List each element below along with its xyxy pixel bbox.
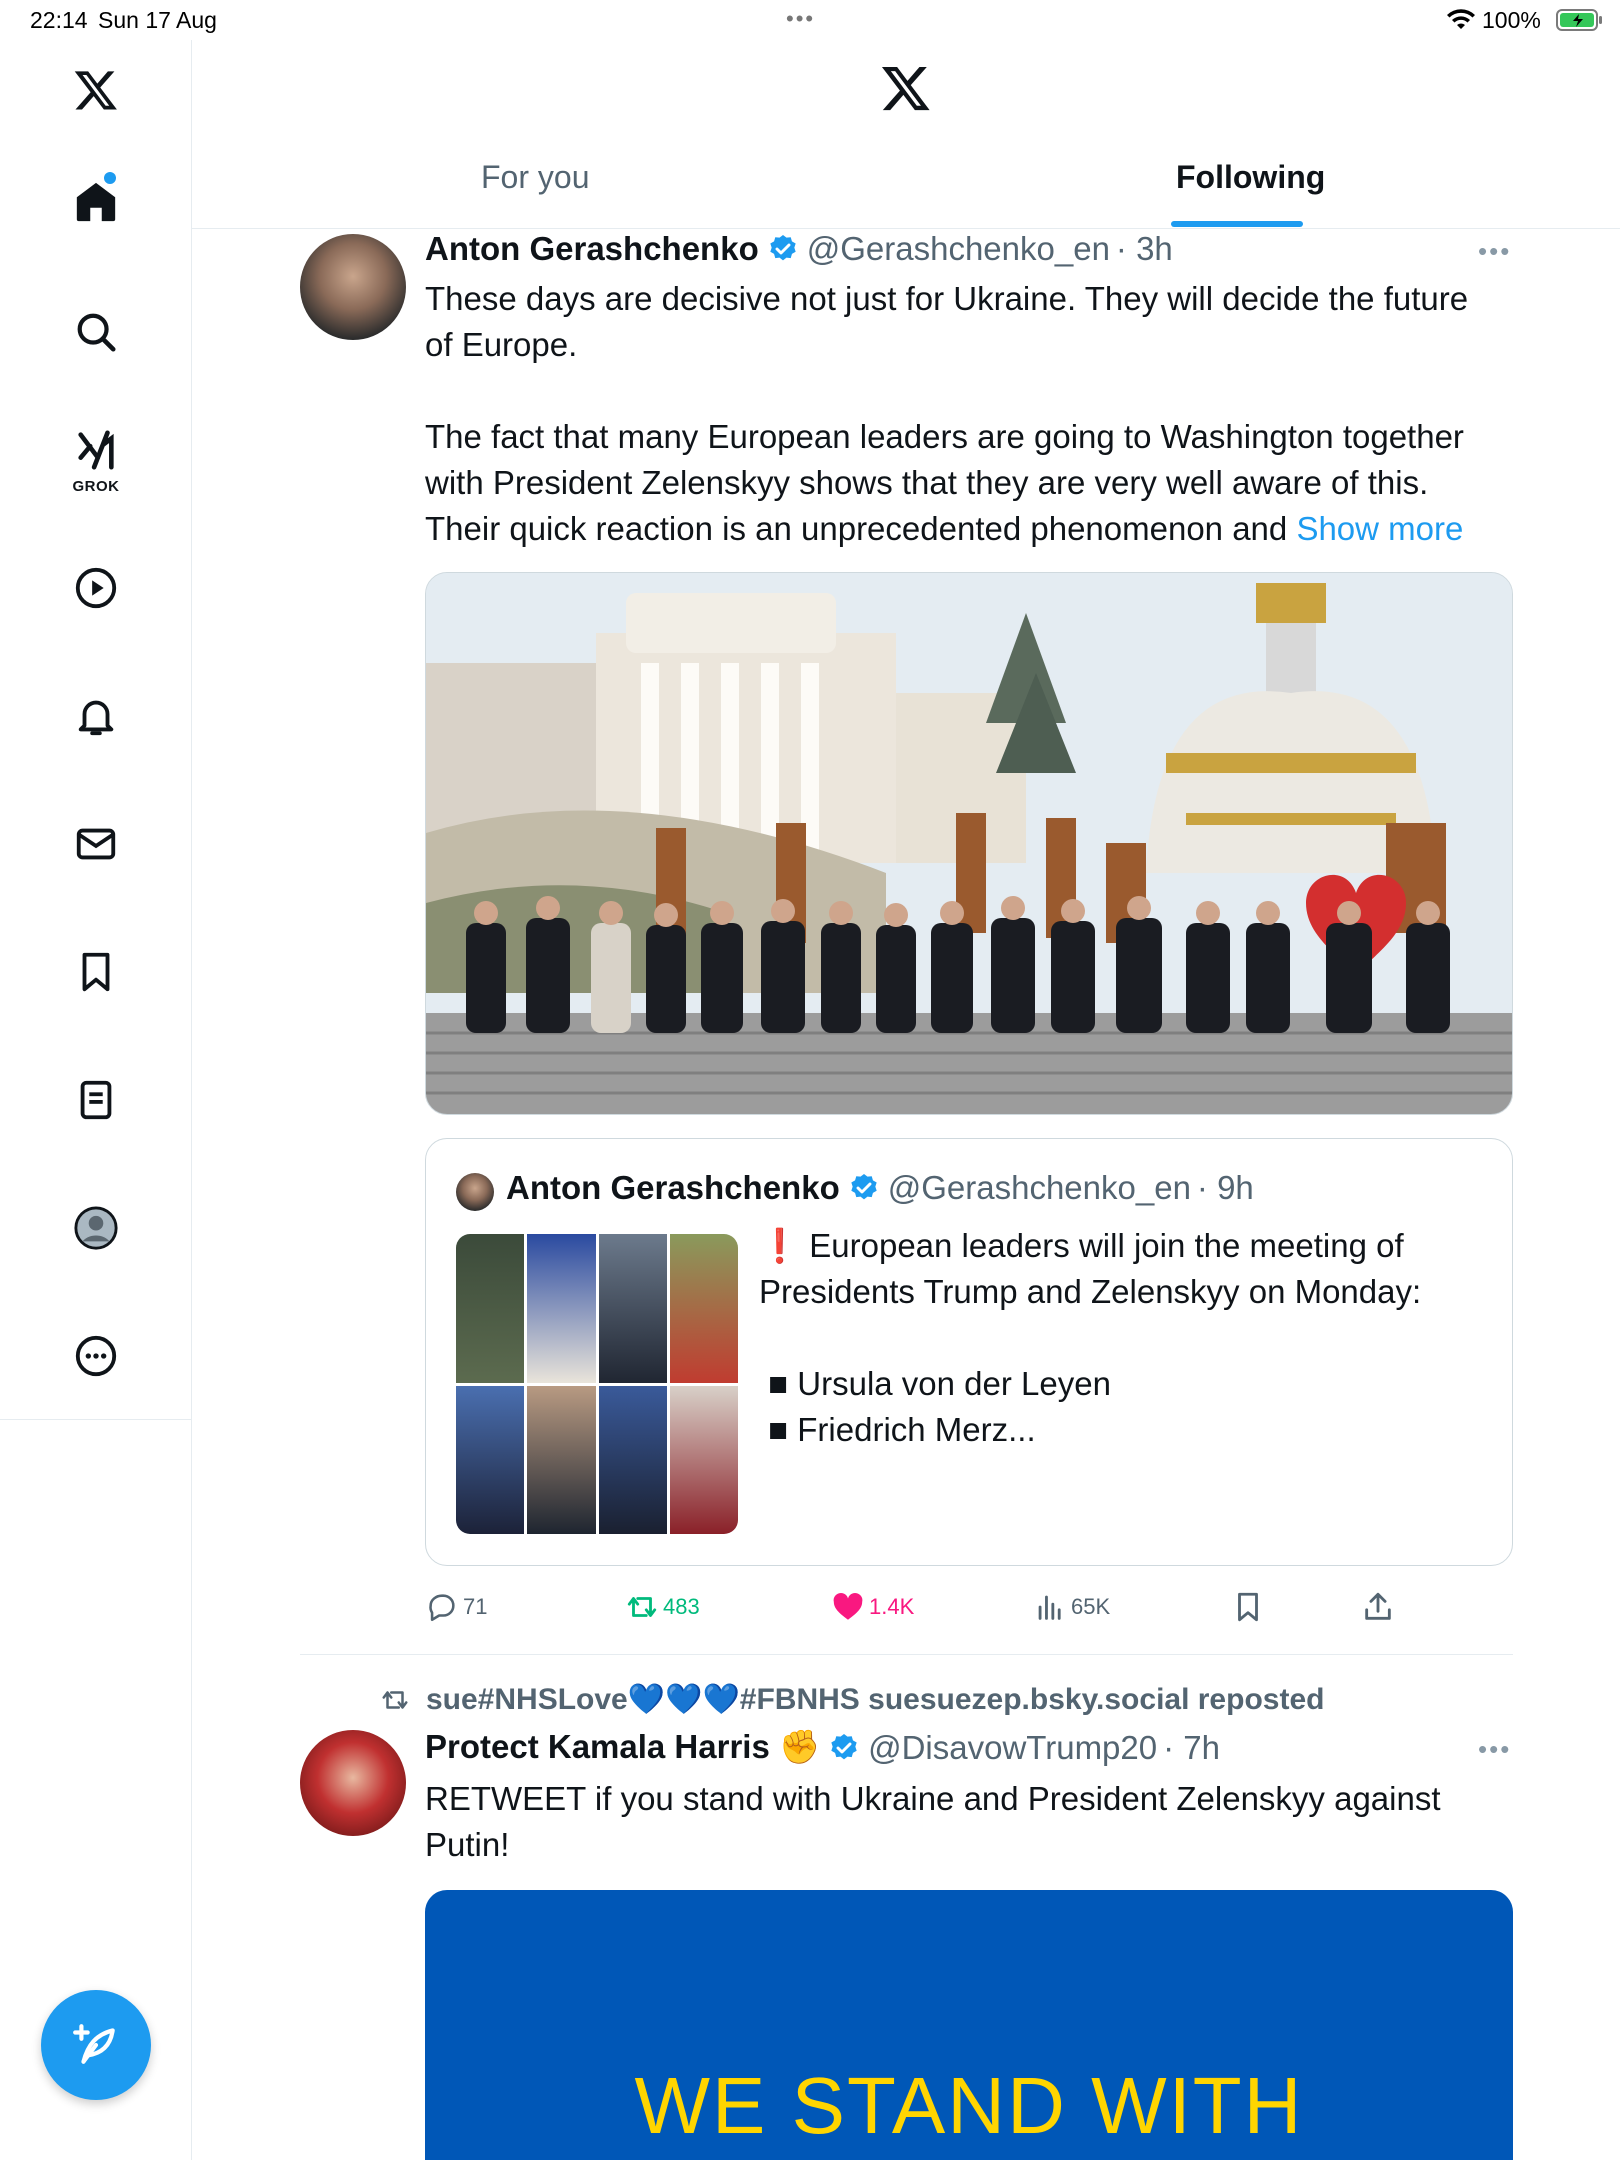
tweet-image[interactable]	[425, 572, 1513, 1115]
battery-percent: 100%	[1482, 7, 1541, 33]
show-more-link[interactable]: Show more	[1296, 510, 1463, 547]
tab-following[interactable]: Following	[1176, 159, 1325, 196]
quote-text: ❗ European leaders will join the meeting…	[759, 1227, 1422, 1448]
image-banner-text: WE STAND WITH	[634, 2061, 1304, 2150]
share-icon	[1365, 1592, 1391, 1620]
views-button[interactable]: 65K	[1033, 1582, 1110, 1632]
tweet-more-button[interactable]: •••	[1478, 236, 1511, 267]
avatar[interactable]	[300, 1730, 406, 1836]
views-icon	[1038, 1595, 1061, 1620]
quote-header: Anton Gerashchenko @Gerashchenko_en · 9h	[506, 1169, 1254, 1207]
heart-icon	[833, 1592, 863, 1620]
grok-label: GROK	[72, 478, 120, 495]
bell-icon	[78, 700, 114, 736]
quote-time: · 9h	[1196, 1169, 1254, 1206]
like-button[interactable]: 1.4K	[831, 1582, 914, 1632]
wifi-icon	[1447, 9, 1475, 29]
verified-badge-icon	[831, 1733, 857, 1759]
repost-attribution-text: sue#NHSLove💙💙💙#FBNHS suesuezep.bsky.soci…	[426, 1683, 1325, 1716]
x-logo-icon[interactable]	[878, 62, 934, 114]
tab-for-you[interactable]: For you	[481, 159, 589, 196]
sidebar-x-logo[interactable]	[56, 50, 136, 130]
share-button[interactable]	[1361, 1582, 1399, 1632]
tweet-more-button[interactable]: •••	[1478, 1734, 1511, 1765]
reply-icon	[429, 1594, 455, 1622]
tab-selected-indicator	[1171, 221, 1303, 227]
repost-attribution[interactable]: sue#NHSLove💙💙💙#FBNHS suesuezep.bsky.soci…	[380, 1682, 1324, 1717]
tweet-time[interactable]: · 7h	[1163, 1729, 1220, 1767]
timeline-tabs: For you Following	[192, 145, 1620, 229]
compose-button[interactable]	[41, 1990, 151, 2100]
bookmark-button[interactable]	[1231, 1582, 1269, 1632]
battery-icon	[1556, 9, 1602, 31]
sidebar-divider	[0, 1419, 192, 1420]
avatar[interactable]	[300, 234, 406, 340]
leaders-photo	[426, 573, 1512, 1114]
sidebar-item-messages[interactable]	[56, 804, 136, 884]
status-bar: 22:14 Sun 17 Aug ••• 100%	[0, 0, 1620, 40]
mail-icon	[76, 828, 116, 860]
home-icon	[76, 182, 116, 222]
author-name[interactable]: Protect Kamala Harris ✊	[425, 1728, 820, 1767]
verified-badge-icon	[770, 235, 796, 261]
quoted-tweet[interactable]: Anton Gerashchenko @Gerashchenko_en · 9h…	[425, 1138, 1513, 1566]
views-count: 65K	[1071, 1594, 1111, 1619]
like-count: 1.4K	[869, 1594, 915, 1619]
avatar	[456, 1173, 494, 1211]
tweet-text: These days are decisive not just for Ukr…	[425, 276, 1515, 552]
author-handle[interactable]: @DisavowTrump20	[868, 1729, 1157, 1767]
tweet-text: RETWEET if you stand with Ukraine and Pr…	[425, 1780, 1441, 1863]
sidebar-item-bookmarks[interactable]	[56, 932, 136, 1012]
sidebar-item-lists[interactable]	[56, 1060, 136, 1140]
sidebar-item-search[interactable]	[56, 292, 136, 372]
multitasking-dots[interactable]: •••	[786, 6, 815, 32]
sidebar-border	[191, 1419, 192, 2160]
status-time: 22:14	[30, 7, 88, 33]
repost-icon	[382, 1690, 408, 1709]
tweet-body: These days are decisive not just for Ukr…	[425, 280, 1469, 547]
author-name[interactable]: Anton Gerashchenko	[425, 230, 759, 268]
verified-badge-icon	[851, 1174, 877, 1200]
search-icon	[77, 313, 116, 352]
compose-icon	[73, 2024, 115, 2064]
repost-icon	[627, 1597, 657, 1617]
tweet-actions: 71 483 1.4K 65K	[425, 1582, 1513, 1632]
home-notification-dot	[104, 172, 116, 184]
lists-icon	[80, 1080, 112, 1120]
sidebar-item-notifications[interactable]	[56, 676, 136, 756]
tweet-divider	[300, 1654, 1513, 1655]
quote-author-handle: @Gerashchenko_en	[887, 1169, 1191, 1206]
reply-button[interactable]: 71	[425, 1582, 487, 1632]
tweet-header: Protect Kamala Harris ✊ @DisavowTrump20 …	[425, 1728, 1220, 1767]
x-logo-icon	[74, 71, 117, 110]
quote-image	[456, 1234, 738, 1534]
profile-icon	[74, 1206, 118, 1250]
tweet-time[interactable]: · 3h	[1116, 230, 1173, 268]
reply-count: 71	[463, 1594, 488, 1619]
sidebar-item-home[interactable]	[56, 162, 136, 242]
sidebar-item-more[interactable]	[56, 1316, 136, 1396]
grok-icon	[78, 430, 114, 470]
status-date: Sun 17 Aug	[98, 7, 217, 33]
bookmark-icon	[82, 952, 110, 992]
quote-author-name: Anton Gerashchenko	[506, 1169, 840, 1206]
sidebar-item-profile[interactable]	[56, 1188, 136, 1268]
tweet-header: Anton Gerashchenko @Gerashchenko_en · 3h	[425, 230, 1173, 268]
repost-count: 483	[663, 1594, 700, 1619]
sidebar-item-video[interactable]	[56, 548, 136, 628]
repost-button[interactable]: 483	[625, 1582, 700, 1632]
tweet-image[interactable]: WE STAND WITH	[425, 1890, 1513, 2160]
video-icon	[75, 567, 117, 609]
more-icon	[75, 1335, 117, 1377]
author-handle[interactable]: @Gerashchenko_en	[807, 230, 1110, 268]
bookmark-icon	[1238, 1592, 1258, 1622]
